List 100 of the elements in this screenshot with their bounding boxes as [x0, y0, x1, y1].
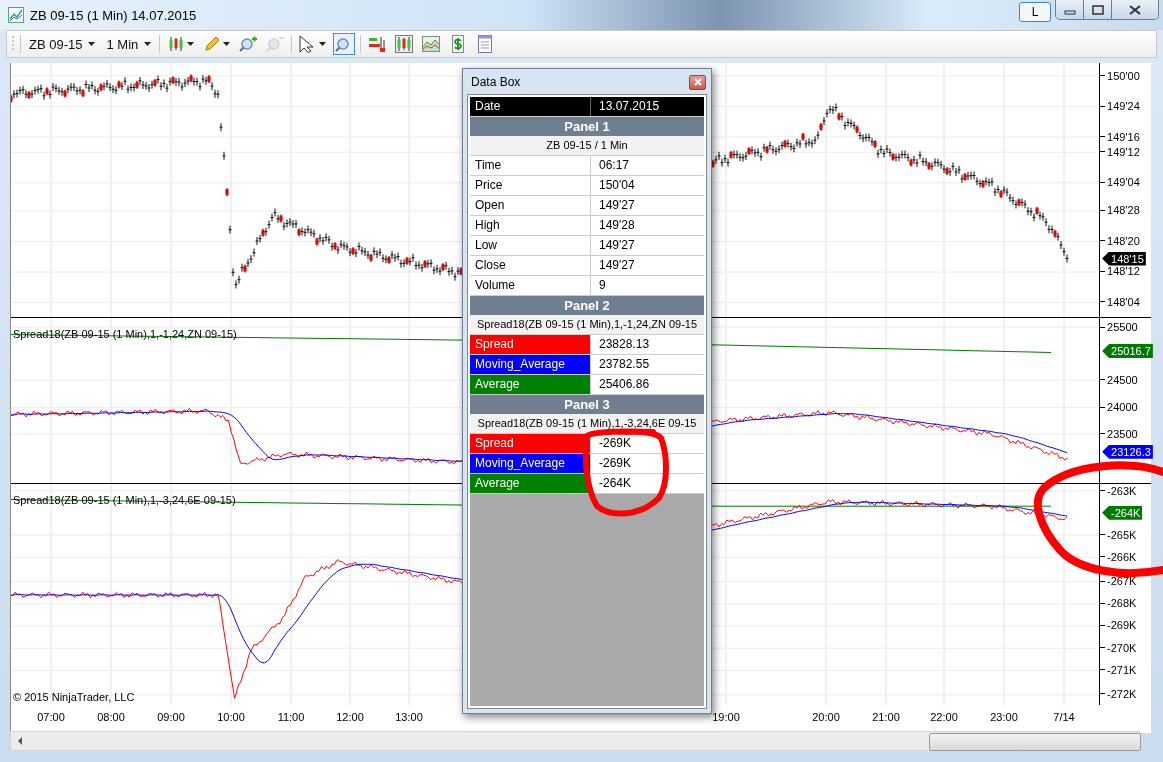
- table-cell: Date: [470, 97, 591, 116]
- axis-label: -268K: [1100, 597, 1137, 610]
- axis-label: 150'00: [1100, 69, 1140, 82]
- axis-label: -265K: [1100, 528, 1137, 541]
- table-icon: [476, 35, 495, 53]
- time-label: 13:00: [395, 711, 423, 723]
- data-box-title: Data Box: [471, 75, 521, 89]
- axis-label: 25500: [1100, 321, 1138, 334]
- table-cell: Close: [470, 256, 591, 275]
- pointer-tool-button[interactable]: [297, 33, 329, 55]
- price-marker: 148'15: [1102, 251, 1146, 266]
- price-marker: 25016.7: [1102, 344, 1153, 358]
- magnifier-icon: [266, 35, 285, 53]
- table-cell: Low: [470, 236, 591, 255]
- table-cell-text: 06:17: [598, 157, 631, 174]
- close-icon: [1129, 4, 1141, 15]
- table-cell-text: 25406.86: [598, 376, 651, 393]
- caret-icon: [223, 42, 231, 46]
- section-subtitle: Spread18(ZB 09-15 (1 Min),1,-3,24,6E 09-15: [470, 414, 704, 434]
- table-cell-text: 149'27: [598, 237, 636, 254]
- section-subtitle: Spread18(ZB 09-15 (1 Min),1,-1,24,ZN 09-15: [470, 315, 704, 335]
- time-label: 07:00: [37, 711, 65, 723]
- time-label: 11:00: [277, 711, 305, 723]
- price-marker: 23126.3: [1102, 444, 1153, 459]
- table-cell: Price: [470, 176, 591, 195]
- axis-label: 148'20: [1100, 234, 1140, 247]
- table-cell-text: -264K: [598, 475, 633, 492]
- section-header: Panel 1: [470, 117, 704, 136]
- axis-label: 149'16: [1100, 130, 1140, 143]
- table-cell-text: 13.07.2015: [598, 98, 661, 115]
- horizontal-scrollbar[interactable]: [10, 731, 1140, 751]
- time-label: 21:00: [872, 711, 900, 723]
- magnifier-icon: [239, 35, 258, 53]
- time-label: 19:00: [712, 711, 740, 723]
- axis-label: 149'24: [1100, 100, 1140, 113]
- close-button[interactable]: [1112, 0, 1158, 19]
- axis-label: 149'12: [1100, 145, 1140, 158]
- price-marker: -264K: [1102, 505, 1143, 520]
- maximize-icon: [1091, 4, 1104, 15]
- table-cell: Volume: [470, 276, 591, 295]
- label-button[interactable]: L: [1019, 2, 1051, 22]
- table-cell-text: 150'04: [598, 177, 636, 194]
- section-subtitle: ZB 09-15 / 1 Min: [470, 136, 704, 156]
- interval-dropdown[interactable]: 1 Min: [103, 36, 155, 52]
- grip-icon: [11, 35, 15, 53]
- table-cell: High: [470, 216, 591, 235]
- axis-label: 148'28: [1100, 204, 1140, 217]
- time-label: 12:00: [336, 711, 364, 723]
- table-cell: Moving_Average: [470, 454, 591, 473]
- axis-label: -269K: [1100, 619, 1137, 632]
- maximize-button[interactable]: [1084, 0, 1112, 19]
- axis-label: 149'04: [1100, 176, 1140, 189]
- time-label: 22:00: [930, 711, 958, 723]
- instrument-dropdown[interactable]: ZB 09-15: [26, 36, 99, 52]
- scroll-thumb[interactable]: [929, 733, 1141, 751]
- caret-icon: [319, 42, 327, 46]
- area-tool-button[interactable]: [420, 33, 443, 55]
- table-cell-text: -269K: [598, 455, 633, 472]
- area-chart-icon: [422, 35, 441, 53]
- axis-label: -271K: [1100, 663, 1137, 676]
- time-label: 10:00: [217, 711, 245, 723]
- table-cell-text: 149'28: [598, 217, 636, 234]
- indicators-tool-button[interactable]: [393, 33, 416, 55]
- caret-icon: [187, 42, 195, 46]
- time-label: 09:00: [157, 711, 185, 723]
- table-cell: Spread: [470, 335, 591, 354]
- copyright-text: © 2015 NinjaTrader, LLC: [13, 691, 135, 703]
- close-button[interactable]: [689, 74, 706, 90]
- axis-label: -272K: [1100, 687, 1137, 700]
- bars-icon: [368, 35, 387, 53]
- axis-label: -266K: [1100, 550, 1137, 563]
- table-cell-text: 23828.13: [598, 336, 651, 353]
- chart-app-icon: [8, 7, 24, 23]
- table-cell: Average: [470, 375, 591, 394]
- minimize-button[interactable]: [1056, 0, 1084, 19]
- pencil-icon: [203, 35, 222, 53]
- table-cell: Time: [470, 156, 591, 175]
- scroll-left-icon[interactable]: [17, 737, 23, 745]
- caret-icon: [144, 42, 152, 46]
- caret-icon: [88, 42, 96, 46]
- table-cell: Average: [470, 474, 591, 493]
- table-cell: Open: [470, 196, 591, 215]
- table-cell-text: 149'27: [598, 257, 636, 274]
- section-header: Panel 2: [470, 296, 704, 315]
- window-title: ZB 09-15 (1 Min) 14.07.2015: [30, 7, 197, 23]
- table-cell-text: 9: [598, 277, 607, 294]
- table-cell-text: -269K: [598, 435, 633, 452]
- candlestick-icon: [167, 35, 186, 53]
- axis-label: 23500: [1100, 427, 1138, 440]
- axis-label: 24500: [1100, 373, 1138, 386]
- table-cell: Spread: [470, 434, 591, 453]
- zoom-box-tool-button[interactable]: [333, 33, 356, 55]
- axis-label: 148'04: [1100, 295, 1140, 308]
- table-cell: Moving_Average: [470, 355, 591, 374]
- axis-label: 24000: [1100, 401, 1138, 414]
- time-label: 20:00: [812, 711, 840, 723]
- section-header: Panel 3: [470, 395, 704, 414]
- axis-label: -263K: [1100, 484, 1137, 497]
- time-label: 23:00: [990, 711, 1018, 723]
- table-cell-text: 23782.55: [598, 356, 651, 373]
